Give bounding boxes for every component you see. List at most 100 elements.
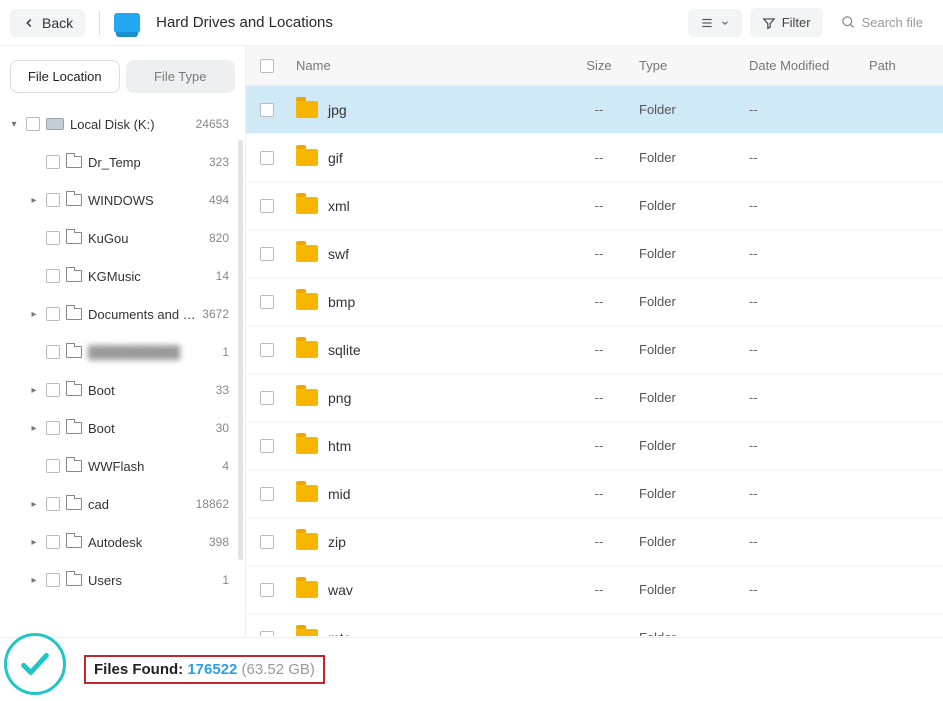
- row-size: --: [559, 486, 639, 501]
- row-size: --: [559, 294, 639, 309]
- chevron-icon[interactable]: ▸: [28, 423, 40, 434]
- tree-item[interactable]: ▸WINDOWS494: [4, 181, 239, 219]
- tree-item[interactable]: ▸Boot33: [4, 371, 239, 409]
- folder-icon: [296, 437, 318, 454]
- chevron-icon[interactable]: ▸: [28, 195, 40, 206]
- row-checkbox[interactable]: [260, 343, 274, 357]
- view-options-button[interactable]: [688, 9, 742, 37]
- row-size: --: [559, 198, 639, 213]
- tree-checkbox[interactable]: [46, 459, 60, 473]
- hdd-icon: [46, 118, 64, 130]
- row-checkbox[interactable]: [260, 583, 274, 597]
- table-row[interactable]: jpg--Folder--: [246, 86, 943, 134]
- chevron-icon[interactable]: ▸: [28, 385, 40, 396]
- chevron-icon[interactable]: ▾: [8, 119, 20, 130]
- chevron-icon[interactable]: ▸: [28, 537, 40, 548]
- row-checkbox[interactable]: [260, 199, 274, 213]
- tree-checkbox[interactable]: [46, 269, 60, 283]
- row-checkbox[interactable]: [260, 439, 274, 453]
- row-checkbox[interactable]: [260, 487, 274, 501]
- table-row[interactable]: zip--Folder--: [246, 518, 943, 566]
- col-size[interactable]: Size: [559, 58, 639, 73]
- tree-checkbox[interactable]: [26, 117, 40, 131]
- tree-checkbox[interactable]: [46, 193, 60, 207]
- tree-checkbox[interactable]: [46, 231, 60, 245]
- chevron-icon[interactable]: ▸: [28, 499, 40, 510]
- folder-icon: [296, 533, 318, 550]
- table-row[interactable]: sqlite--Folder--: [246, 326, 943, 374]
- tree-checkbox[interactable]: [46, 345, 60, 359]
- folder-icon: [296, 197, 318, 214]
- tree-item[interactable]: ▸KGMusic14: [4, 257, 239, 295]
- row-checkbox[interactable]: [260, 535, 274, 549]
- tree-item[interactable]: ▾Local Disk (K:)24653: [4, 105, 239, 143]
- tree-checkbox[interactable]: [46, 383, 60, 397]
- col-path[interactable]: Path: [869, 58, 929, 73]
- tree-count: 18862: [196, 497, 233, 511]
- row-date: --: [749, 246, 869, 261]
- tree-item[interactable]: ▸Users1: [4, 561, 239, 599]
- tree-count: 1: [222, 345, 233, 359]
- list-header: Name Size Type Date Modified Path: [246, 46, 943, 86]
- tree-checkbox[interactable]: [46, 573, 60, 587]
- tab-file-type[interactable]: File Type: [126, 60, 236, 93]
- tree-checkbox[interactable]: [46, 497, 60, 511]
- folder-outline-icon: [66, 384, 82, 396]
- tree-checkbox[interactable]: [46, 307, 60, 321]
- tree-checkbox[interactable]: [46, 535, 60, 549]
- col-name[interactable]: Name: [296, 58, 559, 73]
- row-type: Folder: [639, 102, 749, 117]
- folder-outline-icon: [66, 346, 82, 358]
- table-row[interactable]: htm--Folder--: [246, 422, 943, 470]
- tree-item[interactable]: ▸██████████1: [4, 333, 239, 371]
- table-row[interactable]: png--Folder--: [246, 374, 943, 422]
- col-type[interactable]: Type: [639, 58, 749, 73]
- table-row[interactable]: wav--Folder--: [246, 566, 943, 614]
- col-date[interactable]: Date Modified: [749, 58, 869, 73]
- row-checkbox[interactable]: [260, 151, 274, 165]
- table-row[interactable]: mtc--Folder--: [246, 614, 943, 636]
- tree-label: Boot: [88, 383, 210, 398]
- row-type: Folder: [639, 294, 749, 309]
- tree-count: 14: [216, 269, 233, 283]
- tree-item[interactable]: ▸Documents and Set...3672: [4, 295, 239, 333]
- row-checkbox[interactable]: [260, 391, 274, 405]
- row-name: wav: [328, 582, 559, 598]
- tree-count: 323: [209, 155, 233, 169]
- select-all-checkbox[interactable]: [260, 59, 274, 73]
- tree-label: Users: [88, 573, 216, 588]
- chevron-icon[interactable]: ▸: [28, 575, 40, 586]
- tree-item[interactable]: ▸cad18862: [4, 485, 239, 523]
- row-checkbox[interactable]: [260, 631, 274, 637]
- back-button[interactable]: Back: [10, 9, 85, 37]
- tree-checkbox[interactable]: [46, 155, 60, 169]
- row-type: Folder: [639, 198, 749, 213]
- table-row[interactable]: mid--Folder--: [246, 470, 943, 518]
- tree-label: Dr_Temp: [88, 155, 203, 170]
- tab-file-location[interactable]: File Location: [10, 60, 120, 93]
- tree-item[interactable]: ▸WWFlash4: [4, 447, 239, 485]
- scrollbar[interactable]: [238, 140, 243, 560]
- row-name: swf: [328, 246, 559, 262]
- row-checkbox[interactable]: [260, 295, 274, 309]
- row-name: jpg: [328, 102, 559, 118]
- filter-button[interactable]: Filter: [750, 8, 823, 37]
- table-row[interactable]: gif--Folder--: [246, 134, 943, 182]
- row-size: --: [559, 390, 639, 405]
- tree-checkbox[interactable]: [46, 421, 60, 435]
- footer: Files Found: 176522 (63.52 GB): [0, 637, 943, 701]
- table-row[interactable]: swf--Folder--: [246, 230, 943, 278]
- folder-outline-icon: [66, 156, 82, 168]
- tree-item[interactable]: ▸Boot30: [4, 409, 239, 447]
- table-row[interactable]: xml--Folder--: [246, 182, 943, 230]
- search-box[interactable]: Search file: [831, 8, 933, 37]
- chevron-icon[interactable]: ▸: [28, 309, 40, 320]
- row-checkbox[interactable]: [260, 103, 274, 117]
- tree-item[interactable]: ▸Dr_Temp323: [4, 143, 239, 181]
- row-size: --: [559, 342, 639, 357]
- row-checkbox[interactable]: [260, 247, 274, 261]
- table-row[interactable]: bmp--Folder--: [246, 278, 943, 326]
- tree-item[interactable]: ▸Autodesk398: [4, 523, 239, 561]
- row-type: Folder: [639, 630, 749, 636]
- tree-item[interactable]: ▸KuGou820: [4, 219, 239, 257]
